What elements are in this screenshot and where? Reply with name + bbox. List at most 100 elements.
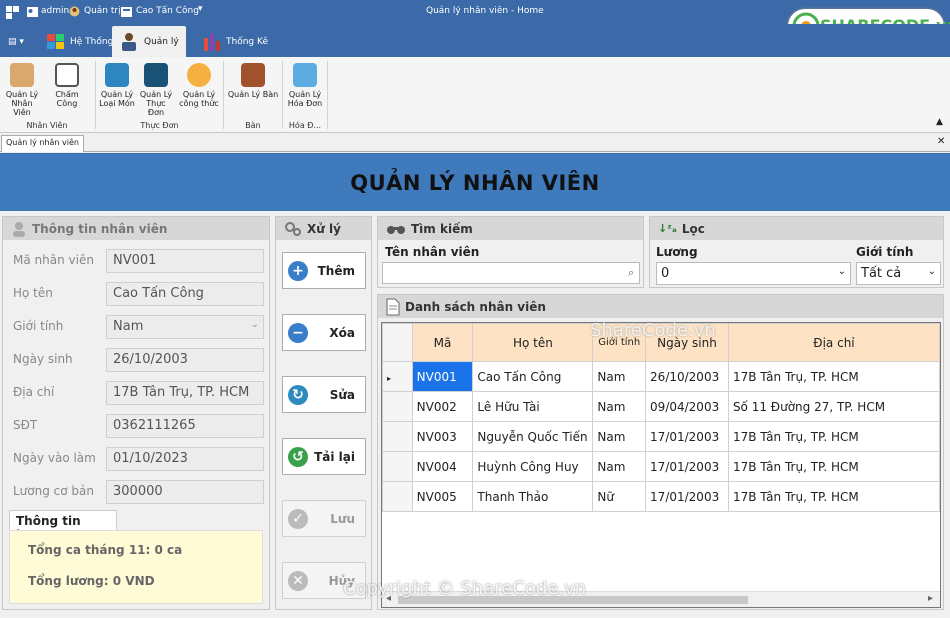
full-name-field[interactable]: Cao Tấn Công — [106, 282, 264, 306]
table-row[interactable]: NV005 Thanh Thảo Nữ 17/01/2003 17B Tân Trụ, … — [382, 481, 940, 512]
page-header: QUẢN LÝ NHÂN VIÊN — [0, 153, 950, 211]
birth-date-field[interactable]: 26/10/2003 — [106, 348, 264, 372]
document-icon — [386, 298, 400, 315]
chevron-down-icon: ⌄ — [927, 266, 936, 277]
table-cell[interactable]: Thanh Thảo — [472, 481, 594, 512]
phone-field[interactable]: 0362111265 — [106, 414, 264, 438]
panel-title: Thông tin nhân viên — [32, 221, 168, 236]
table-cell[interactable]: Nữ — [592, 481, 647, 512]
table-cell[interactable]: 17B Tân Trụ, TP. HCM — [727, 421, 940, 452]
employee-info-panel: Thông tin nhân viên Mã nhân viên NV001 Họ … — [2, 216, 270, 610]
table-row[interactable]: ▸ NV001 Cao Tấn Công Nam 26/10/2003 17B Tân T… — [382, 361, 940, 392]
tab-label: Thống Kê — [226, 36, 268, 47]
table-cell[interactable]: Nam — [592, 451, 647, 482]
btn-quan-ly-loai-mon[interactable]: Quản Lý Loại Món — [99, 63, 135, 108]
table-cell[interactable]: 26/10/2003 — [645, 361, 729, 392]
table-row[interactable]: NV004 Huỳnh Công Huy Nam 17/01/2003 17B Tân … — [382, 451, 940, 482]
edit-button[interactable]: ↻ Sửa — [282, 376, 366, 413]
table-cell[interactable]: Huỳnh Công Huy — [472, 451, 594, 482]
gender-filter-select[interactable]: Tất cả ⌄ — [856, 262, 941, 285]
add-button[interactable]: + Thêm — [282, 252, 366, 289]
btn-quan-ly-cong-thuc[interactable]: Quản Lý công thức — [178, 63, 220, 108]
employees-icon — [10, 63, 34, 87]
table-cell[interactable]: NV001 — [411, 361, 474, 392]
row-selector[interactable]: ▸ — [382, 361, 413, 392]
table-cell[interactable]: 09/04/2003 — [645, 391, 729, 422]
address-field[interactable]: 17B Tân Trụ, TP. HCM — [106, 381, 264, 405]
table-cell[interactable]: 17B Tân Trụ, TP. HCM — [727, 481, 940, 512]
btn-quan-ly-ban[interactable]: Quản Lý Bàn — [227, 63, 279, 99]
employee-id-value: NV001 — [113, 253, 157, 268]
table-cell[interactable]: Nguyễn Quốc Tiến — [472, 421, 594, 452]
fork-knife-icon — [144, 63, 168, 87]
salary-tab[interactable]: Thông tin lương — [9, 510, 117, 542]
phone-value: 0362111265 — [113, 418, 196, 433]
ribbon-button-label: Quản Lý Hóa Đơn — [287, 90, 323, 108]
chevron-down-icon: ⌄ — [837, 266, 846, 277]
save-button[interactable]: ✓ Lưu — [282, 500, 366, 537]
table-cell[interactable]: Số 11 Đường 27, TP. HCM — [727, 391, 940, 422]
table-cell[interactable]: NV004 — [411, 451, 474, 482]
search-input[interactable] — [382, 262, 640, 284]
base-salary-field[interactable]: 300000 — [106, 480, 264, 504]
employee-id-field[interactable]: NV001 — [106, 249, 264, 273]
table-row[interactable]: NV002 Lê Hữu Tài Nam 09/04/2003 Số 11 Đường … — [382, 391, 940, 422]
table-cell[interactable]: NV002 — [411, 391, 474, 422]
person-icon — [13, 221, 25, 237]
gender-field[interactable]: Nam ⌄ — [106, 315, 264, 339]
table-cell[interactable]: Lê Hữu Tài — [472, 391, 594, 422]
table-cell[interactable]: Nam — [592, 361, 647, 392]
ribbon-app-menu[interactable]: ▤ ▾ — [2, 26, 30, 57]
filter-header: ↓ᶻₐ Lọc — [650, 217, 943, 240]
table-cell[interactable]: NV003 — [411, 421, 474, 452]
collapse-ribbon-icon[interactable]: ▲ — [936, 117, 943, 127]
search-icon[interactable]: ⌕ — [628, 266, 634, 280]
phone-label: SĐT — [13, 418, 38, 432]
search-header: Tìm kiếm — [378, 217, 643, 240]
salary-filter-select[interactable]: 0 ⌄ — [656, 262, 851, 285]
column-header[interactable]: Họ tên — [472, 323, 594, 362]
delete-button[interactable]: − Xóa — [282, 314, 366, 351]
table-cell[interactable]: Nam — [592, 421, 647, 452]
reload-button[interactable]: ↺ Tải lại — [282, 438, 366, 475]
start-date-value: 01/10/2023 — [113, 451, 188, 466]
table-cell[interactable]: 17B Tân Trụ, TP. HCM — [727, 361, 940, 392]
close-tab-icon[interactable]: ✕ — [937, 136, 945, 147]
row-selector[interactable] — [382, 421, 413, 452]
table-row[interactable]: NV003 Nguyễn Quốc Tiến Nam 17/01/2003 17B Tâ… — [382, 421, 940, 452]
tab-quan-ly[interactable]: Quản lý — [112, 26, 186, 57]
salary-info-box: Tổng ca tháng 11: 0 ca Tổng lương: 0 VND — [9, 530, 263, 604]
tab-label: Hệ Thống — [70, 36, 114, 47]
start-date-field[interactable]: 01/10/2023 — [106, 447, 264, 471]
full-name-label: Họ tên — [13, 286, 53, 300]
scroll-right-icon[interactable]: ▸ — [928, 593, 933, 604]
doc-tab-quan-ly-nhan-vien[interactable]: Quản lý nhân viên — [1, 135, 84, 152]
tab-he-thong[interactable]: Hệ Thống — [40, 26, 119, 57]
table-cell[interactable]: Nam — [592, 391, 647, 422]
row-selector[interactable] — [382, 451, 413, 482]
app-icon[interactable] — [6, 6, 19, 19]
tab-thong-ke[interactable]: Thống Kê — [196, 26, 274, 57]
group-ban: Bàn — [245, 121, 261, 130]
actions-panel: Xử lý + Thêm − Xóa ↻ Sửa ↺ Tải lại ✓ Lưu ✕ Hủy — [275, 216, 372, 610]
table-cell[interactable]: 17/01/2003 — [645, 451, 729, 482]
btn-cham-cong[interactable]: Chấm Công — [44, 63, 90, 108]
table-cell[interactable]: 17/01/2003 — [645, 481, 729, 512]
table-cell[interactable]: Cao Tấn Công — [472, 361, 594, 392]
copyright-watermark: Copyright © ShareCode.vn — [343, 578, 587, 599]
minus-icon: − — [288, 322, 308, 343]
chevron-down-icon: ⌄ — [250, 319, 259, 330]
table-cell[interactable]: NV005 — [411, 481, 474, 512]
btn-quan-ly-thuc-don[interactable]: Quản Lý Thực Đơn — [138, 63, 174, 117]
btn-quan-ly-hoa-don[interactable]: Quản Lý Hóa Đơn — [286, 63, 324, 108]
column-header[interactable]: Địa chỉ — [727, 323, 940, 362]
row-selector[interactable] — [382, 391, 413, 422]
quick-access-dropdown-icon[interactable]: ▾ — [198, 4, 203, 14]
tab-label: Quản lý — [144, 36, 179, 47]
btn-quan-ly-nhan-vien[interactable]: Quản Lý Nhân Viên — [2, 63, 42, 117]
table-cell[interactable]: 17B Tân Trụ, TP. HCM — [727, 451, 940, 482]
action-button-label: Tải lại — [314, 449, 355, 464]
row-selector[interactable] — [382, 481, 413, 512]
column-header[interactable]: Mã — [411, 323, 474, 362]
table-cell[interactable]: 17/01/2003 — [645, 421, 729, 452]
